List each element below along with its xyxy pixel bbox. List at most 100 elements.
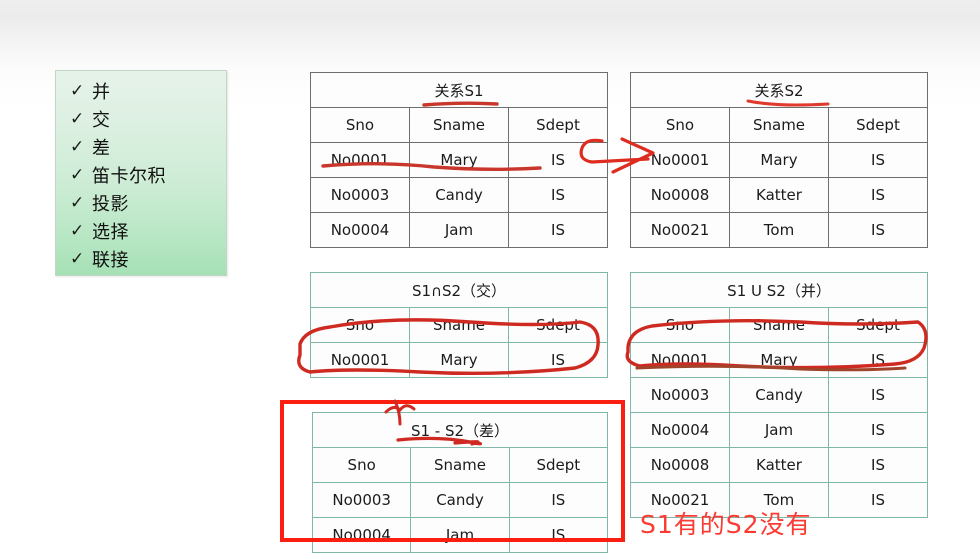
table-row: No0008 Katter IS bbox=[630, 447, 928, 483]
annotation-caption: S1有的S2没有 bbox=[640, 510, 812, 539]
check-icon: ✓ bbox=[70, 136, 85, 157]
cell-sdept: IS bbox=[828, 212, 928, 248]
table-row: No0004 Jam IS bbox=[630, 412, 928, 448]
check-icon: ✓ bbox=[70, 248, 85, 269]
cell-sdept: IS bbox=[828, 377, 928, 413]
table-s1-grid: 关系S1 Sno Sname Sdept No0001 Mary IS No00… bbox=[310, 72, 608, 248]
difference-table-highlight-box bbox=[280, 400, 625, 542]
cell-sname: Mary bbox=[409, 142, 509, 178]
table-header-row: Sno Sname Sdept bbox=[310, 107, 608, 143]
checklist-item: ✓ 差 bbox=[56, 133, 226, 161]
cell-sno: No0001 bbox=[310, 142, 410, 178]
cell-sdept: IS bbox=[828, 342, 928, 378]
cell-sdept: IS bbox=[828, 142, 928, 178]
cell-sdept: IS bbox=[828, 177, 928, 213]
relation-table-union: S1 U S2（并） Sno Sname Sdept No0001 Mary I… bbox=[630, 272, 928, 518]
table-s2-grid: 关系S2 Sno Sname Sdept No0001 Mary IS No00… bbox=[630, 72, 928, 248]
column-header-sname: Sname bbox=[409, 307, 509, 343]
table-row: No0001 Mary IS bbox=[630, 142, 928, 178]
checklist-item-label: 选择 bbox=[92, 222, 129, 243]
cell-sdept: IS bbox=[508, 342, 608, 378]
cell-sname: Mary bbox=[729, 342, 829, 378]
cell-sno: No0008 bbox=[630, 177, 730, 213]
cell-sdept: IS bbox=[508, 177, 608, 213]
table-intersection-body: S1∩S2（交） Sno Sname Sdept No0001 Mary IS bbox=[310, 272, 608, 378]
checklist-item-label: 差 bbox=[92, 138, 111, 159]
table-row: No0003 Candy IS bbox=[630, 377, 928, 413]
cell-sno: No0008 bbox=[630, 447, 730, 483]
cell-sname: Jam bbox=[729, 412, 829, 448]
relation-table-intersection: S1∩S2（交） Sno Sname Sdept No0001 Mary IS bbox=[310, 272, 608, 378]
checklist-item-label: 并 bbox=[92, 82, 111, 103]
table-union-grid: S1 U S2（并） Sno Sname Sdept No0001 Mary I… bbox=[630, 272, 928, 518]
relation-table-s1: 关系S1 Sno Sname Sdept No0001 Mary IS No00… bbox=[310, 72, 608, 248]
column-header-sdept: Sdept bbox=[828, 307, 928, 343]
table-title: S1∩S2（交） bbox=[310, 272, 608, 308]
table-header-row: Sno Sname Sdept bbox=[310, 307, 608, 343]
table-title-row: 关系S1 bbox=[310, 72, 608, 108]
cell-sno: No0001 bbox=[630, 342, 730, 378]
cell-sdept: IS bbox=[828, 412, 928, 448]
check-icon: ✓ bbox=[70, 80, 85, 101]
cell-sname: Katter bbox=[729, 447, 829, 483]
table-header-row: Sno Sname Sdept bbox=[630, 307, 928, 343]
column-header-sdept: Sdept bbox=[828, 107, 928, 143]
checklist-item-label: 笛卡尔积 bbox=[92, 166, 166, 187]
cell-sno: No0001 bbox=[630, 142, 730, 178]
cell-sname: Mary bbox=[409, 342, 509, 378]
cell-sname: Mary bbox=[729, 142, 829, 178]
table-row: No0021 Tom IS bbox=[630, 212, 928, 248]
table-title-row: S1 U S2（并） bbox=[630, 272, 928, 308]
column-header-sdept: Sdept bbox=[508, 307, 608, 343]
table-header-row: Sno Sname Sdept bbox=[630, 107, 928, 143]
checklist-item: ✓ 笛卡尔积 bbox=[56, 161, 226, 189]
checklist-item-label: 联接 bbox=[92, 250, 129, 271]
column-header-sno: Sno bbox=[630, 307, 730, 343]
table-row: No0001 Mary IS bbox=[310, 342, 608, 378]
checklist-item: ✓ 并 bbox=[56, 77, 226, 105]
checklist-item: ✓ 联接 bbox=[56, 245, 226, 273]
table-row: No0003 Candy IS bbox=[310, 177, 608, 213]
cell-sno: No0001 bbox=[310, 342, 410, 378]
cell-sname: Tom bbox=[729, 212, 829, 248]
table-row: No0004 Jam IS bbox=[310, 212, 608, 248]
cell-sname: Jam bbox=[409, 212, 509, 248]
cell-sno: No0004 bbox=[310, 212, 410, 248]
check-icon: ✓ bbox=[70, 220, 85, 241]
column-header-sname: Sname bbox=[729, 307, 829, 343]
table-title-row: 关系S2 bbox=[630, 72, 928, 108]
cell-sname: Candy bbox=[409, 177, 509, 213]
cell-sno: No0004 bbox=[630, 412, 730, 448]
cell-sno: No0003 bbox=[310, 177, 410, 213]
column-header-sno: Sno bbox=[310, 307, 410, 343]
cell-sdept: IS bbox=[508, 142, 608, 178]
cell-sname: Katter bbox=[729, 177, 829, 213]
cell-sdept: IS bbox=[508, 212, 608, 248]
table-s2-body: 关系S2 Sno Sname Sdept No0001 Mary IS No00… bbox=[630, 72, 928, 248]
checklist-item: ✓ 交 bbox=[56, 105, 226, 133]
table-row: No0001 Mary IS bbox=[310, 142, 608, 178]
relation-table-s2: 关系S2 Sno Sname Sdept No0001 Mary IS No00… bbox=[630, 72, 928, 248]
column-header-sname: Sname bbox=[729, 107, 829, 143]
check-icon: ✓ bbox=[70, 108, 85, 129]
cell-sname: Candy bbox=[729, 377, 829, 413]
cell-sno: No0003 bbox=[630, 377, 730, 413]
table-union-body: S1 U S2（并） Sno Sname Sdept No0001 Mary I… bbox=[630, 272, 928, 518]
table-title: S1 U S2（并） bbox=[630, 272, 928, 308]
cell-sno: No0021 bbox=[630, 212, 730, 248]
column-header-sname: Sname bbox=[409, 107, 509, 143]
check-icon: ✓ bbox=[70, 192, 85, 213]
checklist-item: ✓ 投影 bbox=[56, 189, 226, 217]
table-title-row: S1∩S2（交） bbox=[310, 272, 608, 308]
column-header-sno: Sno bbox=[310, 107, 410, 143]
table-row: No0001 Mary IS bbox=[630, 342, 928, 378]
table-row: No0008 Katter IS bbox=[630, 177, 928, 213]
checklist-item-label: 投影 bbox=[92, 194, 129, 215]
table-s1-body: 关系S1 Sno Sname Sdept No0001 Mary IS No00… bbox=[310, 72, 608, 248]
checklist-item-label: 交 bbox=[92, 110, 111, 131]
column-header-sdept: Sdept bbox=[508, 107, 608, 143]
operations-checklist-card: ✓ 并 ✓ 交 ✓ 差 ✓ 笛卡尔积 ✓ 投影 ✓ 选择 ✓ 联接 bbox=[55, 70, 227, 276]
check-icon: ✓ bbox=[70, 164, 85, 185]
table-intersection-grid: S1∩S2（交） Sno Sname Sdept No0001 Mary IS bbox=[310, 272, 608, 378]
table-title: 关系S1 bbox=[310, 72, 608, 108]
